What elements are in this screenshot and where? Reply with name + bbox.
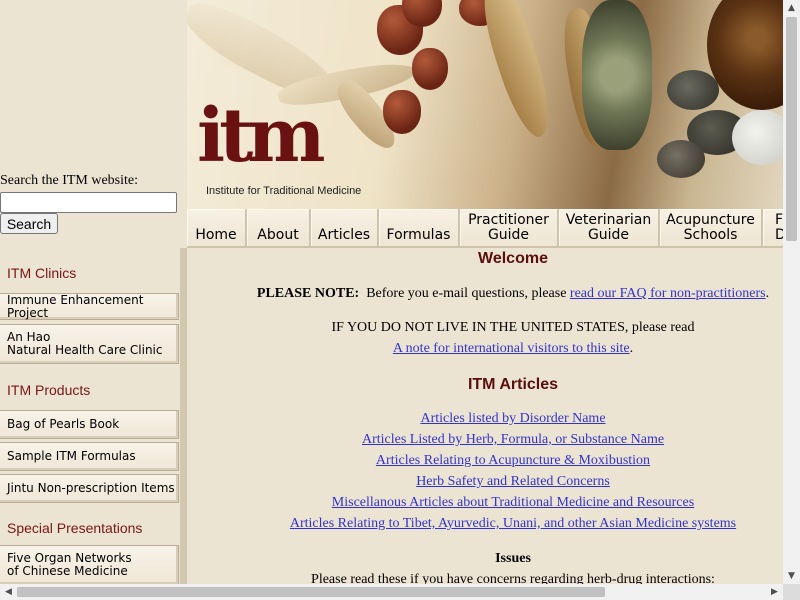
article-link-item: Articles listed by Disorder Name — [187, 411, 783, 427]
tab-label: Articles — [317, 227, 371, 243]
scroll-left-icon[interactable]: ◀ — [0, 584, 17, 600]
search-label: Search the ITM website: — [0, 173, 139, 188]
tab-label: Formulas — [386, 227, 451, 243]
article-link-item: Miscellanous Articles about Traditional … — [187, 495, 783, 511]
tab-practitioner-guide[interactable]: Practitioner Guide — [460, 209, 559, 248]
article-link-disorder-name[interactable]: Articles listed by Disorder Name — [420, 411, 605, 426]
article-link-item: Articles Relating to Tibet, Ayurvedic, U… — [187, 516, 783, 532]
tab-label: D — [775, 227, 783, 243]
sidebar-item-immune-enhancement-project[interactable]: Immune Enhancement Project — [0, 293, 179, 320]
itm-logo-subtitle: Institute for Traditional Medicine — [206, 185, 362, 197]
sidebar-item-label: Jintu Non-prescription Items — [7, 481, 175, 495]
sidebar-item-five-organ-networks[interactable]: Five Organ Networks of Chinese Medicine — [0, 545, 179, 584]
sidebar-item-label: Natural Health Care Clinic — [7, 343, 163, 357]
search-input[interactable] — [0, 192, 177, 213]
article-link-item: Articles Listed by Herb, Formula, or Sub… — [187, 432, 783, 448]
article-link-miscellaneous[interactable]: Miscellanous Articles about Traditional … — [332, 495, 694, 510]
search-button[interactable]: Search — [0, 213, 58, 234]
tab-acupuncture-schools[interactable]: Acupuncture Schools — [660, 209, 763, 248]
tab-label: F — [775, 212, 783, 228]
herb-seed-cluster-image — [582, 0, 652, 150]
article-link-item: Articles Relating to Acupuncture & Moxib… — [187, 453, 783, 469]
sidebar-item-an-hao-clinic[interactable]: An Hao Natural Health Care Clinic — [0, 324, 179, 364]
tab-label: About — [257, 227, 299, 243]
jujube-date-image — [412, 48, 448, 90]
scroll-right-icon[interactable]: ▶ — [766, 584, 783, 600]
left-column: Search the ITM website: Search ITM Clini… — [0, 0, 187, 584]
article-link-herb-formula-substance[interactable]: Articles Listed by Herb, Formula, or Sub… — [362, 432, 664, 447]
sidebar-item-jintu-items[interactable]: Jintu Non-prescription Items — [0, 474, 179, 503]
international-notice-text: IF YOU DO NOT LIVE IN THE UNITED STATES,… — [331, 320, 695, 335]
scrollbar-corner — [783, 584, 800, 600]
tab-label: Schools — [683, 227, 738, 243]
itm-logo[interactable]: itm — [197, 96, 326, 176]
jujube-date-image — [383, 90, 421, 134]
vertical-scrollbar[interactable]: ▲ ▼ — [783, 0, 800, 584]
article-link-herb-safety[interactable]: Herb Safety and Related Concerns — [416, 474, 610, 489]
tab-partial[interactable]: F D — [763, 209, 783, 248]
herb-slice-image — [657, 140, 705, 178]
issues-heading: Issues — [495, 551, 531, 566]
vertical-scroll-thumb[interactable] — [786, 17, 797, 241]
herb-root-image — [732, 110, 783, 165]
herb-slice-image — [667, 70, 719, 110]
tab-label: Veterinarian — [565, 212, 652, 228]
herb-root-image — [473, 0, 561, 143]
international-notice-end: . — [629, 341, 634, 356]
international-visitors-link[interactable]: A note for international visitors to thi… — [393, 341, 630, 356]
welcome-heading: Welcome — [478, 250, 548, 267]
faq-notice-text: Before you e-mail questions, please — [366, 286, 567, 301]
tab-label: Guide — [587, 227, 630, 243]
tab-formulas[interactable]: Formulas — [379, 209, 460, 248]
sidebar-heading-itm-clinics: ITM Clinics — [0, 258, 180, 288]
faq-notice-end: . — [765, 286, 770, 301]
tab-home[interactable]: Home — [187, 209, 247, 248]
faq-notice: PLEASE NOTE: Before you e-mail questions… — [187, 286, 783, 302]
sidebar-heading-special-presentations: Special Presentations — [0, 512, 180, 544]
article-link-asian-medicine-systems[interactable]: Articles Relating to Tibet, Ayurvedic, U… — [290, 516, 736, 531]
sidebar-item-sample-itm-formulas[interactable]: Sample ITM Formulas — [0, 442, 179, 471]
tab-about[interactable]: About — [247, 209, 311, 248]
tab-articles[interactable]: Articles — [311, 209, 379, 248]
tab-veterinarian-guide[interactable]: Veterinarian Guide — [559, 209, 660, 248]
tab-label: Practitioner — [468, 212, 549, 228]
sidebar-item-label: Bag of Pearls Book — [7, 417, 120, 431]
sidebar-item-label: Immune Enhancement Project — [7, 292, 144, 320]
sidebar-item-label: of Chinese Medicine — [7, 564, 128, 578]
scroll-up-icon[interactable]: ▲ — [783, 0, 800, 16]
tab-label: Home — [195, 227, 237, 243]
tab-label: Guide — [487, 227, 530, 243]
article-link-acupuncture-moxibustion[interactable]: Articles Relating to Acupuncture & Moxib… — [376, 453, 650, 468]
international-notice: A note for international visitors to thi… — [187, 341, 783, 357]
faq-link[interactable]: read our FAQ for non-practitioners — [570, 286, 766, 301]
sidebar-item-label: Sample ITM Formulas — [7, 449, 136, 463]
main-content: Welcome PLEASE NOTE: Before you e-mail q… — [187, 248, 783, 584]
sidebar-divider — [180, 248, 187, 584]
article-link-item: Herb Safety and Related Concerns — [187, 474, 783, 490]
horizontal-scrollbar[interactable]: ◀ ▶ — [0, 584, 783, 600]
scroll-down-icon[interactable]: ▼ — [783, 568, 800, 584]
itm-articles-heading: ITM Articles — [467, 376, 559, 393]
please-note-label: PLEASE NOTE: — [256, 286, 360, 301]
sidebar-item-bag-of-pearls-book[interactable]: Bag of Pearls Book — [0, 410, 179, 439]
top-navigation: Home About Articles Formulas Practitione… — [187, 209, 783, 248]
sidebar-heading-itm-products: ITM Products — [0, 374, 180, 406]
header-banner: itm Institute for Traditional Medicine — [187, 0, 783, 209]
issues-text: Please read these if you have concerns r… — [311, 572, 715, 584]
horizontal-scroll-thumb[interactable] — [17, 587, 605, 597]
tab-label: Acupuncture — [666, 212, 755, 228]
